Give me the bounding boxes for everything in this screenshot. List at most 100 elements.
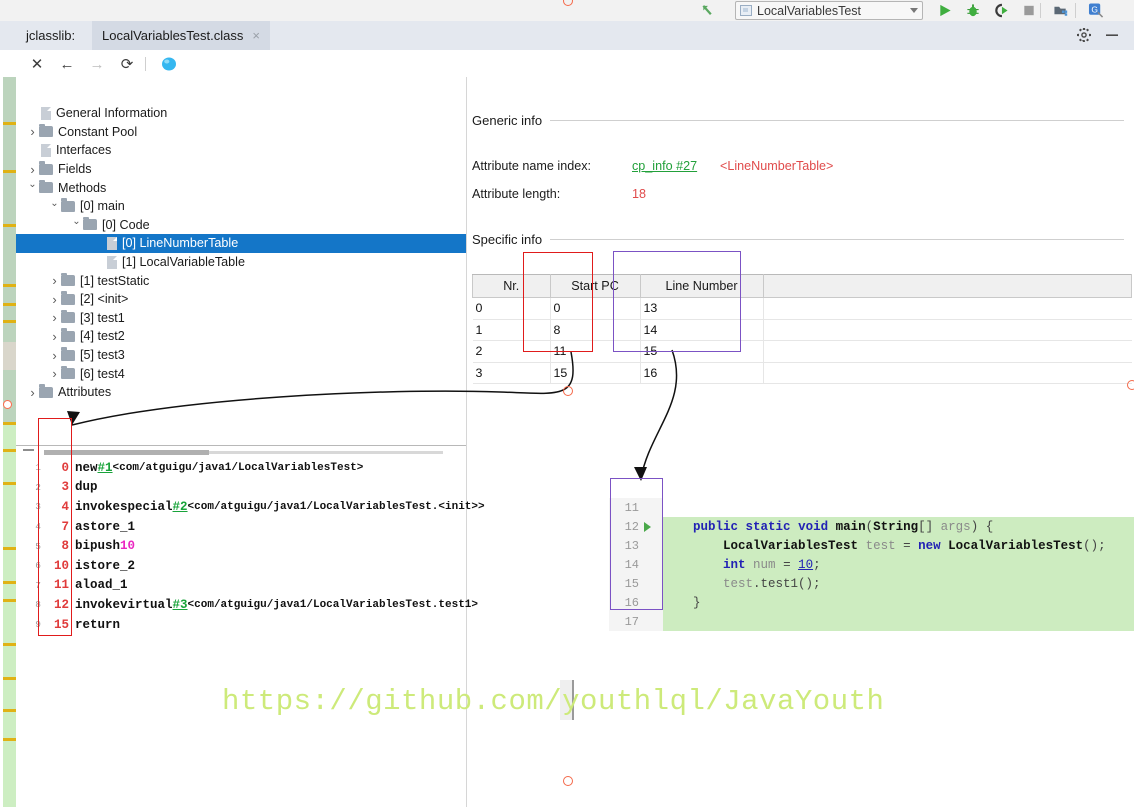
chevron-down-icon[interactable]	[26, 182, 39, 193]
marker-line[interactable]	[3, 320, 16, 323]
source-code-line[interactable]: }	[663, 593, 1134, 612]
source-code-text: LocalVariablesTest test = new LocalVaria…	[663, 539, 1106, 553]
source-code-line[interactable]: int num = 10;	[663, 555, 1134, 574]
tree-item-constant-pool[interactable]: Constant Pool	[16, 123, 466, 142]
run-configuration-selector[interactable]: LocalVariablesTest	[735, 1, 923, 20]
settings-gear-icon[interactable]	[1076, 27, 1092, 43]
constant-pool-reference-link[interactable]: #1	[98, 461, 113, 475]
marker-line[interactable]	[3, 449, 16, 452]
marker-line[interactable]	[3, 284, 16, 287]
chevron-right-icon[interactable]	[48, 273, 61, 288]
run-with-coverage-icon[interactable]	[993, 3, 1009, 18]
tree-item-1-localvariabletable[interactable]: [1] LocalVariableTable	[16, 253, 466, 272]
toolbar-separator	[1040, 3, 1041, 18]
tree-item-5-test3[interactable]: [5] test3	[16, 346, 466, 365]
chevron-down-icon[interactable]	[910, 8, 918, 13]
tree-item-4-test2[interactable]: [4] test2	[16, 327, 466, 346]
error-stripe-marker-bar[interactable]	[0, 77, 16, 807]
constant-pool-reference-link[interactable]: #2	[173, 500, 188, 514]
tree-item-3-test1[interactable]: [3] test1	[16, 309, 466, 328]
bytecode-instruction-row[interactable]: 610istore_2	[21, 556, 461, 576]
tree-item-methods[interactable]: Methods	[16, 178, 466, 197]
marker-line[interactable]	[3, 677, 16, 680]
marker-line[interactable]	[3, 738, 16, 741]
source-code-line[interactable]: LocalVariablesTest test = new LocalVaria…	[663, 536, 1134, 555]
run-icon[interactable]	[937, 3, 953, 18]
tree-item-1-teststatic[interactable]: [1] testStatic	[16, 271, 466, 290]
minimize-icon[interactable]	[1104, 27, 1120, 43]
chevron-right-icon[interactable]	[48, 366, 61, 381]
tab-localvariablestest-class[interactable]: LocalVariablesTest.class ×	[92, 21, 270, 50]
folder-icon	[39, 164, 53, 175]
bytecode-instruction-row[interactable]: 915return	[21, 615, 461, 635]
bytecode-instruction-row[interactable]: 58bipush 10	[21, 536, 461, 556]
chevron-right-icon[interactable]	[48, 310, 61, 325]
gutter-row[interactable]: 17	[609, 612, 663, 631]
marker-line[interactable]	[3, 422, 16, 425]
collapse-icon[interactable]	[23, 449, 34, 451]
svg-text:G: G	[1091, 4, 1098, 14]
attribute-length-label: Attribute length:	[472, 187, 560, 201]
chevron-right-icon[interactable]	[48, 329, 61, 344]
tree-item-fields[interactable]: Fields	[16, 160, 466, 179]
source-code-text: }	[663, 596, 701, 610]
chevron-right-icon[interactable]	[26, 124, 39, 139]
marker-line[interactable]	[3, 482, 16, 485]
marker-line[interactable]	[3, 547, 16, 550]
close-icon[interactable]: ×	[252, 28, 260, 43]
marker-line[interactable]	[3, 122, 16, 125]
file-icon	[107, 256, 117, 269]
source-editor-snippet[interactable]: 11121314151617 public static void main(S…	[609, 498, 1134, 631]
back-arrow-icon[interactable]	[700, 3, 716, 18]
chevron-right-icon[interactable]	[48, 292, 61, 307]
tree-item-0-linenumbertable[interactable]: [0] LineNumberTable	[16, 234, 466, 253]
bytecode-instruction-row[interactable]: 711aload_1	[21, 576, 461, 596]
tree-item-label: [5] test3	[80, 348, 125, 362]
bytecode-instruction-row[interactable]: 34invokespecial #2 <com/atguigu/java1/Lo…	[21, 497, 461, 517]
search-everywhere-icon[interactable]: G	[1088, 3, 1104, 18]
debug-icon[interactable]	[965, 3, 981, 18]
bytecode-instruction-row[interactable]: 812invokevirtual #3 <com/atguigu/java1/L…	[21, 595, 461, 615]
tree-item-attributes[interactable]: Attributes	[16, 383, 466, 402]
chevron-right-icon[interactable]	[26, 162, 39, 177]
table-row[interactable]: 31516	[473, 362, 1132, 384]
source-code-line[interactable]: test.test1();	[663, 574, 1134, 593]
tree-item-2-init[interactable]: [2] <init>	[16, 290, 466, 309]
bytecode-descriptor: <com/atguigu/java1/LocalVariablesTest.te…	[188, 599, 478, 611]
reload-button[interactable]: ⟳	[118, 55, 136, 73]
source-code-line[interactable]	[663, 498, 1134, 517]
editor-text-area[interactable]: public static void main(String[] args) {…	[663, 498, 1134, 631]
marker-line[interactable]	[3, 224, 16, 227]
browse-class-button[interactable]	[160, 55, 178, 73]
build-project-icon[interactable]	[1053, 3, 1069, 18]
bytecode-panel[interactable]: 10new #1 <com/atguigu/java1/LocalVariabl…	[16, 445, 466, 808]
marker-line[interactable]	[3, 170, 16, 173]
marker-line[interactable]	[3, 643, 16, 646]
bytecode-instruction-row[interactable]: 23dup	[21, 478, 461, 498]
marker-stripe-upper	[3, 77, 16, 424]
bytecode-instruction-row[interactable]: 10new #1 <com/atguigu/java1/LocalVariabl…	[21, 458, 461, 478]
chevron-down-icon[interactable]	[48, 201, 61, 212]
chevron-down-icon[interactable]	[70, 219, 83, 230]
tree-item-0-code[interactable]: [0] Code	[16, 216, 466, 235]
source-code-line[interactable]	[663, 612, 1134, 631]
back-button[interactable]: ←	[58, 55, 76, 73]
bytecode-horizontal-scrollbar[interactable]	[20, 448, 462, 456]
chevron-right-icon[interactable]	[48, 348, 61, 363]
stop-icon[interactable]	[1021, 3, 1037, 18]
chevron-right-icon[interactable]	[26, 385, 39, 400]
bytecode-instruction-row[interactable]: 47astore_1	[21, 517, 461, 537]
marker-line[interactable]	[3, 709, 16, 712]
tree-item-general-information[interactable]: General Information	[16, 104, 466, 123]
tree-item-0-main[interactable]: [0] main	[16, 197, 466, 216]
attribute-name-index-link[interactable]: cp_info #27	[632, 159, 697, 173]
marker-line[interactable]	[3, 599, 16, 602]
marker-line[interactable]	[3, 303, 16, 306]
tree-item-interfaces[interactable]: Interfaces	[16, 141, 466, 160]
close-button[interactable]: ✕	[28, 55, 46, 73]
source-code-line[interactable]: public static void main(String[] args) {	[663, 517, 1134, 536]
tree-item-6-test4[interactable]: [6] test4	[16, 364, 466, 383]
forward-button[interactable]: →	[88, 55, 106, 73]
constant-pool-reference-link[interactable]: #3	[173, 598, 188, 612]
marker-line[interactable]	[3, 581, 16, 584]
